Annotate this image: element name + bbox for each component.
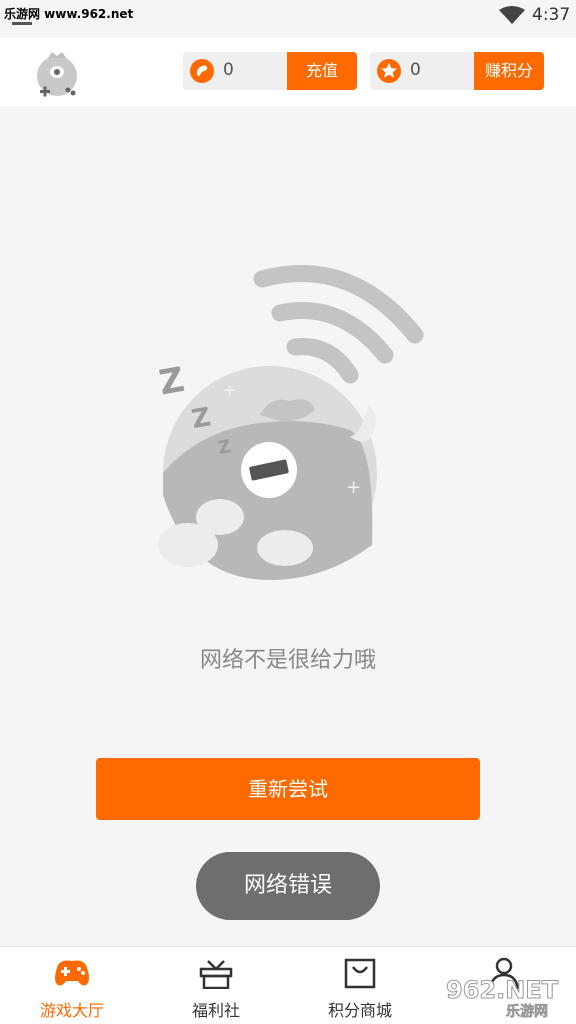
svg-text:+: + xyxy=(346,477,361,498)
star-icon xyxy=(377,59,401,83)
nav-item-points-mall[interactable]: 积分商城 xyxy=(288,947,432,1024)
points-count: 0 xyxy=(410,60,421,80)
watermark-text: 乐游网 www.962.net xyxy=(4,7,134,21)
svg-text:962.NET: 962.NET xyxy=(446,976,559,1004)
network-error-illustration: + + Z Z Z xyxy=(156,264,424,580)
shopping-bag-icon xyxy=(344,958,376,989)
svg-text:乐游网: 乐游网 xyxy=(506,1003,548,1018)
site-watermark: 962.NET 乐游网 xyxy=(446,976,559,1019)
nav-label: 福利社 xyxy=(191,1001,240,1020)
network-error-toast: 网络错误 xyxy=(196,852,380,920)
error-message: 网络不是很给力哦 xyxy=(199,648,376,673)
nav-item-welfare[interactable]: 福利社 xyxy=(144,947,288,1024)
points-balance: 0 赚积分 xyxy=(370,52,544,90)
beans-count: 0 xyxy=(223,60,234,80)
status-bar: 乐游网 www.962.net 4:37 xyxy=(0,0,576,38)
top-header: 0 充值 0 赚积分 xyxy=(0,38,576,106)
clock: 4:37 xyxy=(532,5,571,25)
gift-icon xyxy=(199,960,233,989)
beans-balance: 0 充值 xyxy=(183,52,357,90)
nav-item-game-hall[interactable]: 游戏大厅 xyxy=(0,947,144,1024)
svg-text:+: + xyxy=(222,380,237,401)
app-logo-icon[interactable] xyxy=(30,46,84,100)
nav-label: 积分商城 xyxy=(327,1001,392,1020)
bean-icon xyxy=(190,59,214,83)
notification-icon xyxy=(12,22,32,25)
retry-button[interactable]: 重新尝试 xyxy=(96,758,480,820)
earn-points-button[interactable]: 赚积分 xyxy=(474,52,544,90)
nav-label: 游戏大厅 xyxy=(39,1001,104,1020)
svg-text:Z: Z xyxy=(156,360,187,404)
gamepad-icon xyxy=(55,960,89,986)
wifi-icon xyxy=(499,6,525,24)
recharge-button[interactable]: 充值 xyxy=(287,52,357,90)
